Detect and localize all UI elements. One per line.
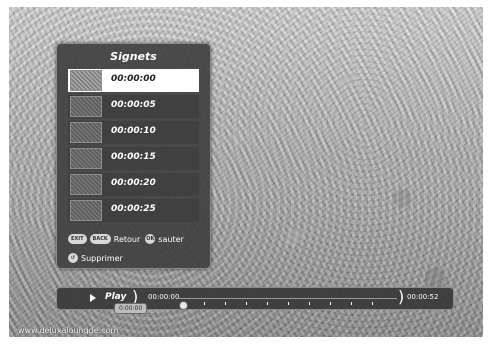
delete-label: Supprimer [81, 253, 123, 263]
playhead-time-label: 0:00:00 [114, 303, 148, 314]
play-state-label: Play [105, 292, 127, 302]
bookmark-list: 00:00:00 00:00:05 00:00:10 00:00:15 00:0… [68, 69, 199, 225]
key-legend: EXIT BACK Retour OK sauter ↺ Supprimer [68, 232, 189, 270]
bookmark-time: 00:00:05 [111, 100, 156, 110]
exit-key-icon[interactable]: EXIT [68, 234, 87, 244]
bookmark-thumbnail [70, 200, 102, 221]
bookmark-tick [330, 302, 331, 305]
bookmark-tick [225, 302, 226, 305]
bookmark-thumbnail [70, 96, 102, 117]
bookmark-tick [309, 302, 310, 305]
bookmark-item[interactable]: 00:00:15 [68, 147, 199, 170]
bookmark-time: 00:00:15 [111, 152, 156, 162]
end-time: 00:00:52 [407, 293, 439, 301]
bookmark-item[interactable]: 00:00:05 [68, 95, 199, 118]
start-time: 00:00:00 [148, 293, 180, 301]
bookmark-time: 00:00:25 [111, 204, 156, 214]
bookmark-time: 00:00:00 [111, 74, 156, 84]
bookmark-time: 00:00:20 [111, 178, 156, 188]
bookmark-item[interactable]: 00:00:10 [68, 121, 199, 144]
bookmark-time: 00:00:10 [111, 126, 156, 136]
play-icon[interactable] [90, 294, 96, 302]
bookmark-tick [204, 302, 205, 305]
bookmark-item[interactable]: 00:00:20 [68, 173, 199, 196]
bookmark-thumbnail [70, 122, 102, 143]
bookmark-tick [267, 302, 268, 305]
bookmark-tick [372, 302, 373, 305]
ok-label: sauter [158, 234, 184, 244]
delete-key-icon[interactable]: ↺ [68, 253, 78, 263]
ok-key-icon[interactable]: OK [145, 234, 156, 244]
bookmark-tick [246, 302, 247, 305]
bookmark-tick [351, 302, 352, 305]
playhead-marker[interactable] [179, 301, 188, 310]
bookmark-thumbnail [70, 148, 102, 169]
progress-track[interactable] [179, 298, 397, 305]
back-label: Retour [113, 234, 141, 244]
bookmark-thumbnail [70, 174, 102, 195]
bookmark-tick [288, 302, 289, 305]
bookmark-item[interactable]: 00:00:25 [68, 199, 199, 222]
bookmark-thumbnail [70, 70, 102, 91]
bookmarks-panel: Signets 00:00:00 00:00:05 00:00:10 00:00… [56, 43, 211, 269]
panel-title: Signets [110, 50, 157, 63]
back-key-icon[interactable]: BACK [89, 234, 111, 244]
bookmark-item[interactable]: 00:00:00 [68, 69, 199, 92]
bracket-close-icon: ) [398, 287, 405, 306]
watermark: www.deluxaloungde.com [18, 326, 119, 335]
